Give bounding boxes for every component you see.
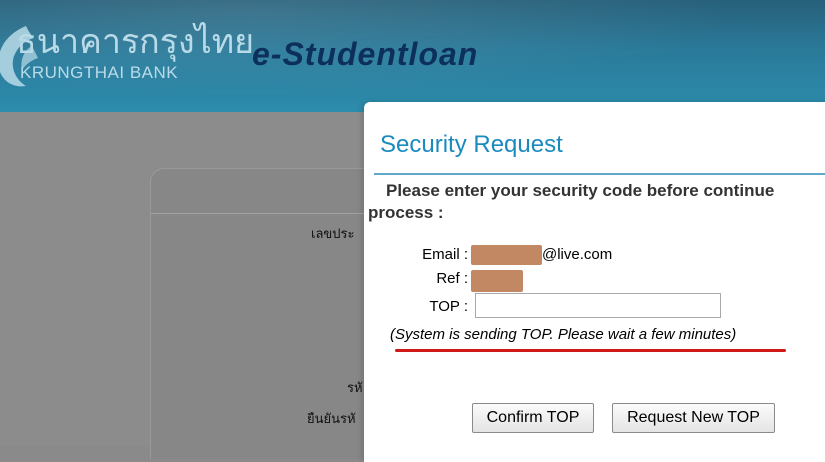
bank-name-thai: ธนาคารกรุงไทย (16, 22, 255, 62)
header-banner: ธนาคารกรุงไทย KRUNGTHAI BANK e-Studentlo… (0, 0, 825, 112)
top-code-input[interactable] (475, 293, 721, 318)
top-label: TOP : (429, 298, 468, 315)
ref-redaction (471, 270, 523, 292)
bank-name-english: KRUNGTHAI BANK (20, 63, 179, 82)
background-label-password: รหั (347, 381, 363, 396)
background-label-id: เลขประ (311, 227, 355, 242)
confirm-top-button[interactable]: Confirm TOP (472, 403, 594, 433)
request-new-top-button[interactable]: Request New TOP (612, 403, 775, 433)
app-title: e-Studentloan (252, 36, 479, 72)
email-label: Email : (422, 246, 468, 263)
security-request-dialog: Security Request Please enter your secur… (364, 102, 825, 462)
title-divider (374, 173, 825, 175)
background-label-confirm-password: ยืนยันรหั (307, 412, 356, 427)
dialog-instruction: Please enter your security code before c… (368, 181, 775, 222)
dialog-title: Security Request (380, 131, 563, 158)
status-message: (System is sending TOP. Please wait a fe… (390, 326, 737, 343)
email-redaction (471, 245, 542, 265)
ref-label: Ref : (436, 270, 468, 287)
email-domain: @live.com (542, 246, 613, 263)
red-underline-annotation (395, 349, 786, 352)
